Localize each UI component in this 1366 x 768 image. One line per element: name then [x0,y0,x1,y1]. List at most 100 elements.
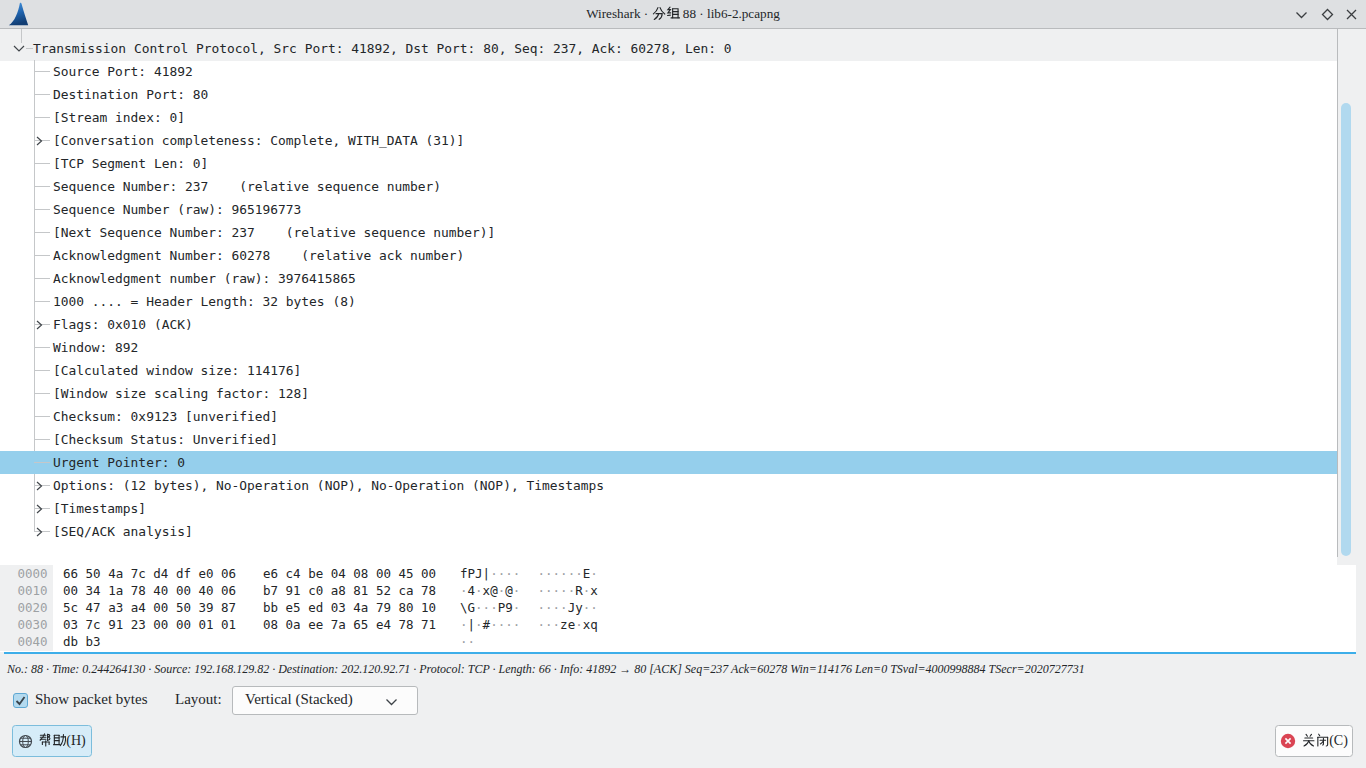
hex-offset: 0040 [18,633,48,650]
tree-branch-dash [34,278,50,279]
expanded-chevron-icon[interactable] [13,45,25,52]
hex-row[interactable]: 000066 50 4a 7c d4 df e0 06e6 c4 be 04 0… [0,565,1356,582]
hex-bytes: db b3 [63,633,101,650]
tree-row-label: Source Port: 41892 [53,60,193,83]
tree-row-label: [SEQ/ACK analysis] [53,520,193,543]
hex-row[interactable]: 0010 00 34 1a 78 40 00 40 06 b7 91 c0 a8 8… [0,582,1356,599]
close-button[interactable]: (C) [1275,725,1353,757]
hex-bytes: 66 50 4a 7c d4 df e0 06 [63,565,236,582]
collapsed-chevron-icon[interactable] [36,320,43,330]
hex-offset: 0030 [18,616,48,633]
hex-ascii: ····Jy·· [538,599,598,616]
collapsed-chevron-icon[interactable] [36,504,43,514]
tree-row[interactable]: Transmission Control Protocol, Src Port:… [0,37,1337,60]
minimize-button[interactable] [1295,0,1308,29]
tree-branch-dash [34,393,50,394]
tree-row-label: [Timestamps] [53,497,146,520]
tree-row[interactable]: 1000 .... = Header Length: 32 bytes (8) [0,290,1337,313]
layout-label: Layout: [175,691,222,708]
tree-row-label: [Stream index: 0] [53,106,185,129]
tree-branch-dash [34,232,50,233]
collapsed-chevron-icon[interactable] [36,136,43,146]
tree-row[interactable]: [Next Sequence Number: 237 (relative seq… [0,221,1337,244]
tree-branch-dash [34,347,50,348]
tree-row[interactable]: Acknowledgment Number: 60278 (relative a… [0,244,1337,267]
show-packet-bytes-label[interactable]: Show packet bytes [35,691,147,708]
close-red-icon [1280,733,1296,749]
tree-row[interactable]: Urgent Pointer: 0 [0,451,1337,474]
hex-ascii: ·|·#···· [460,616,520,633]
hex-row[interactable]: 0030 03 7c 91 23 00 00 01 01 08 0a ee 7a 6… [0,616,1356,633]
tree-row-label: Urgent Pointer: 0 [53,451,185,474]
hex-ascii: ·4·x@·@· [460,582,520,599]
tree-row[interactable]: Sequence Number (raw): 965196773 [0,198,1337,221]
close-window-button[interactable] [1345,0,1358,29]
tree-row[interactable]: [Checksum Status: Unverified] [0,428,1337,451]
tree-row-label: [Window size scaling factor: 128] [53,382,309,405]
hex-row[interactable]: 0040 db b3 ·· [0,633,1356,650]
tree-branch-dash [34,439,50,440]
tree-row-label: Options: (12 bytes), No-Operation (NOP),… [53,474,604,497]
tree-row-label: [Next Sequence Number: 237 (relative seq… [53,221,495,244]
tree-row-label: Destination Port: 80 [53,83,208,106]
hex-ascii: ·· [460,633,475,650]
tree-branch-dash [26,48,33,49]
window-title: Wireshark · 88 · lib6-2.pcapng [0,6,1366,22]
hex-bytes: 00 34 1a 78 40 00 40 06 [63,582,236,599]
tree-branch-dash [34,255,50,256]
collapsed-chevron-icon[interactable] [36,481,43,491]
show-packet-bytes-checkbox[interactable] [13,693,28,708]
titlebar[interactable]: Wireshark · 88 · lib6-2.pcapng [0,0,1366,29]
tree-row[interactable]: [Window size scaling factor: 128] [0,382,1337,405]
tree-row[interactable]: [Timestamps] [0,497,1337,520]
tree-row[interactable]: [TCP Segment Len: 0] [0,152,1337,175]
tree-branch-dash [34,462,50,463]
tree-row[interactable]: Window: 892 [0,336,1337,359]
hex-bytes: bb e5 ed 03 4a 79 80 10 [263,599,436,616]
tree-row-label: [TCP Segment Len: 0] [53,152,208,175]
tree-row-label: Acknowledgment number (raw): 3976415865 [53,267,356,290]
tree-row-label: Flags: 0x010 (ACK) [53,313,193,336]
hex-offset: 0010 [18,582,48,599]
tree-row[interactable]: Sequence Number: 237 (relative sequence … [0,175,1337,198]
tree-branch-dash [34,117,50,118]
tree-branch-dash [34,186,50,187]
help-button[interactable]: (H) [12,725,92,757]
hex-bytes: b7 91 c0 a8 81 52 ca 78 [263,582,436,599]
maximize-button[interactable] [1321,0,1334,29]
tree-scrollbar-thumb[interactable] [1341,103,1351,556]
tree-row-label: Checksum: 0x9123 [unverified] [53,405,278,428]
tree-row[interactable]: [SEQ/ACK analysis] [0,520,1337,543]
tree-row[interactable]: Flags: 0x010 (ACK) [0,313,1337,336]
hex-bytes: 5c 47 a3 a4 00 50 39 87 [63,599,236,616]
hex-ascii: fPJ|···· [460,565,520,582]
tree-row[interactable]: Options: (12 bytes), No-Operation (NOP),… [0,474,1337,497]
tree-row[interactable]: Checksum: 0x9123 [unverified] [0,405,1337,428]
hex-ascii: \G···P9· [460,599,520,616]
hex-ascii: ·····R·x [538,582,598,599]
tree-row-label: 1000 .... = Header Length: 32 bytes (8) [53,290,356,313]
hex-bytes: 08 0a ee 7a 65 e4 78 71 [263,616,436,633]
tree-row[interactable]: Source Port: 41892 [0,60,1337,83]
tree-row-label: [Calculated window size: 114176] [53,359,301,382]
tree-row-label: [Conversation completeness: Complete, WI… [53,129,464,152]
hex-bytes: 03 7c 91 23 00 00 01 01 [63,616,236,633]
tree-row[interactable]: Acknowledgment number (raw): 3976415865 [0,267,1337,290]
close-button-label: (C) [1302,733,1348,749]
tree-row-label: Sequence Number (raw): 965196773 [53,198,301,221]
tree-branch-dash [34,370,50,371]
tree-row[interactable]: [Stream index: 0] [0,106,1337,129]
tree-row[interactable]: [Calculated window size: 114176] [0,359,1337,382]
tree-row[interactable]: Destination Port: 80 [0,83,1337,106]
minimize-icon [1295,11,1308,19]
chevron-down-icon [385,698,398,706]
collapsed-chevron-icon[interactable] [36,527,43,537]
layout-dropdown[interactable]: Vertical (Stacked) [232,686,418,715]
packet-detail-tree[interactable]: Transmission Control Protocol, Src Port:… [0,29,1337,565]
tree-row[interactable]: [Conversation completeness: Complete, WI… [0,129,1337,152]
tree-branch-dash [34,209,50,210]
help-globe-icon [18,734,33,749]
checkmark-icon [14,694,27,707]
hex-row[interactable]: 00205c 47 a3 a4 00 50 39 87bb e5 ed 03 4… [0,599,1356,616]
packet-bytes-pane[interactable]: 000066 50 4a 7c d4 df e0 06e6 c4 be 04 0… [0,565,1356,652]
